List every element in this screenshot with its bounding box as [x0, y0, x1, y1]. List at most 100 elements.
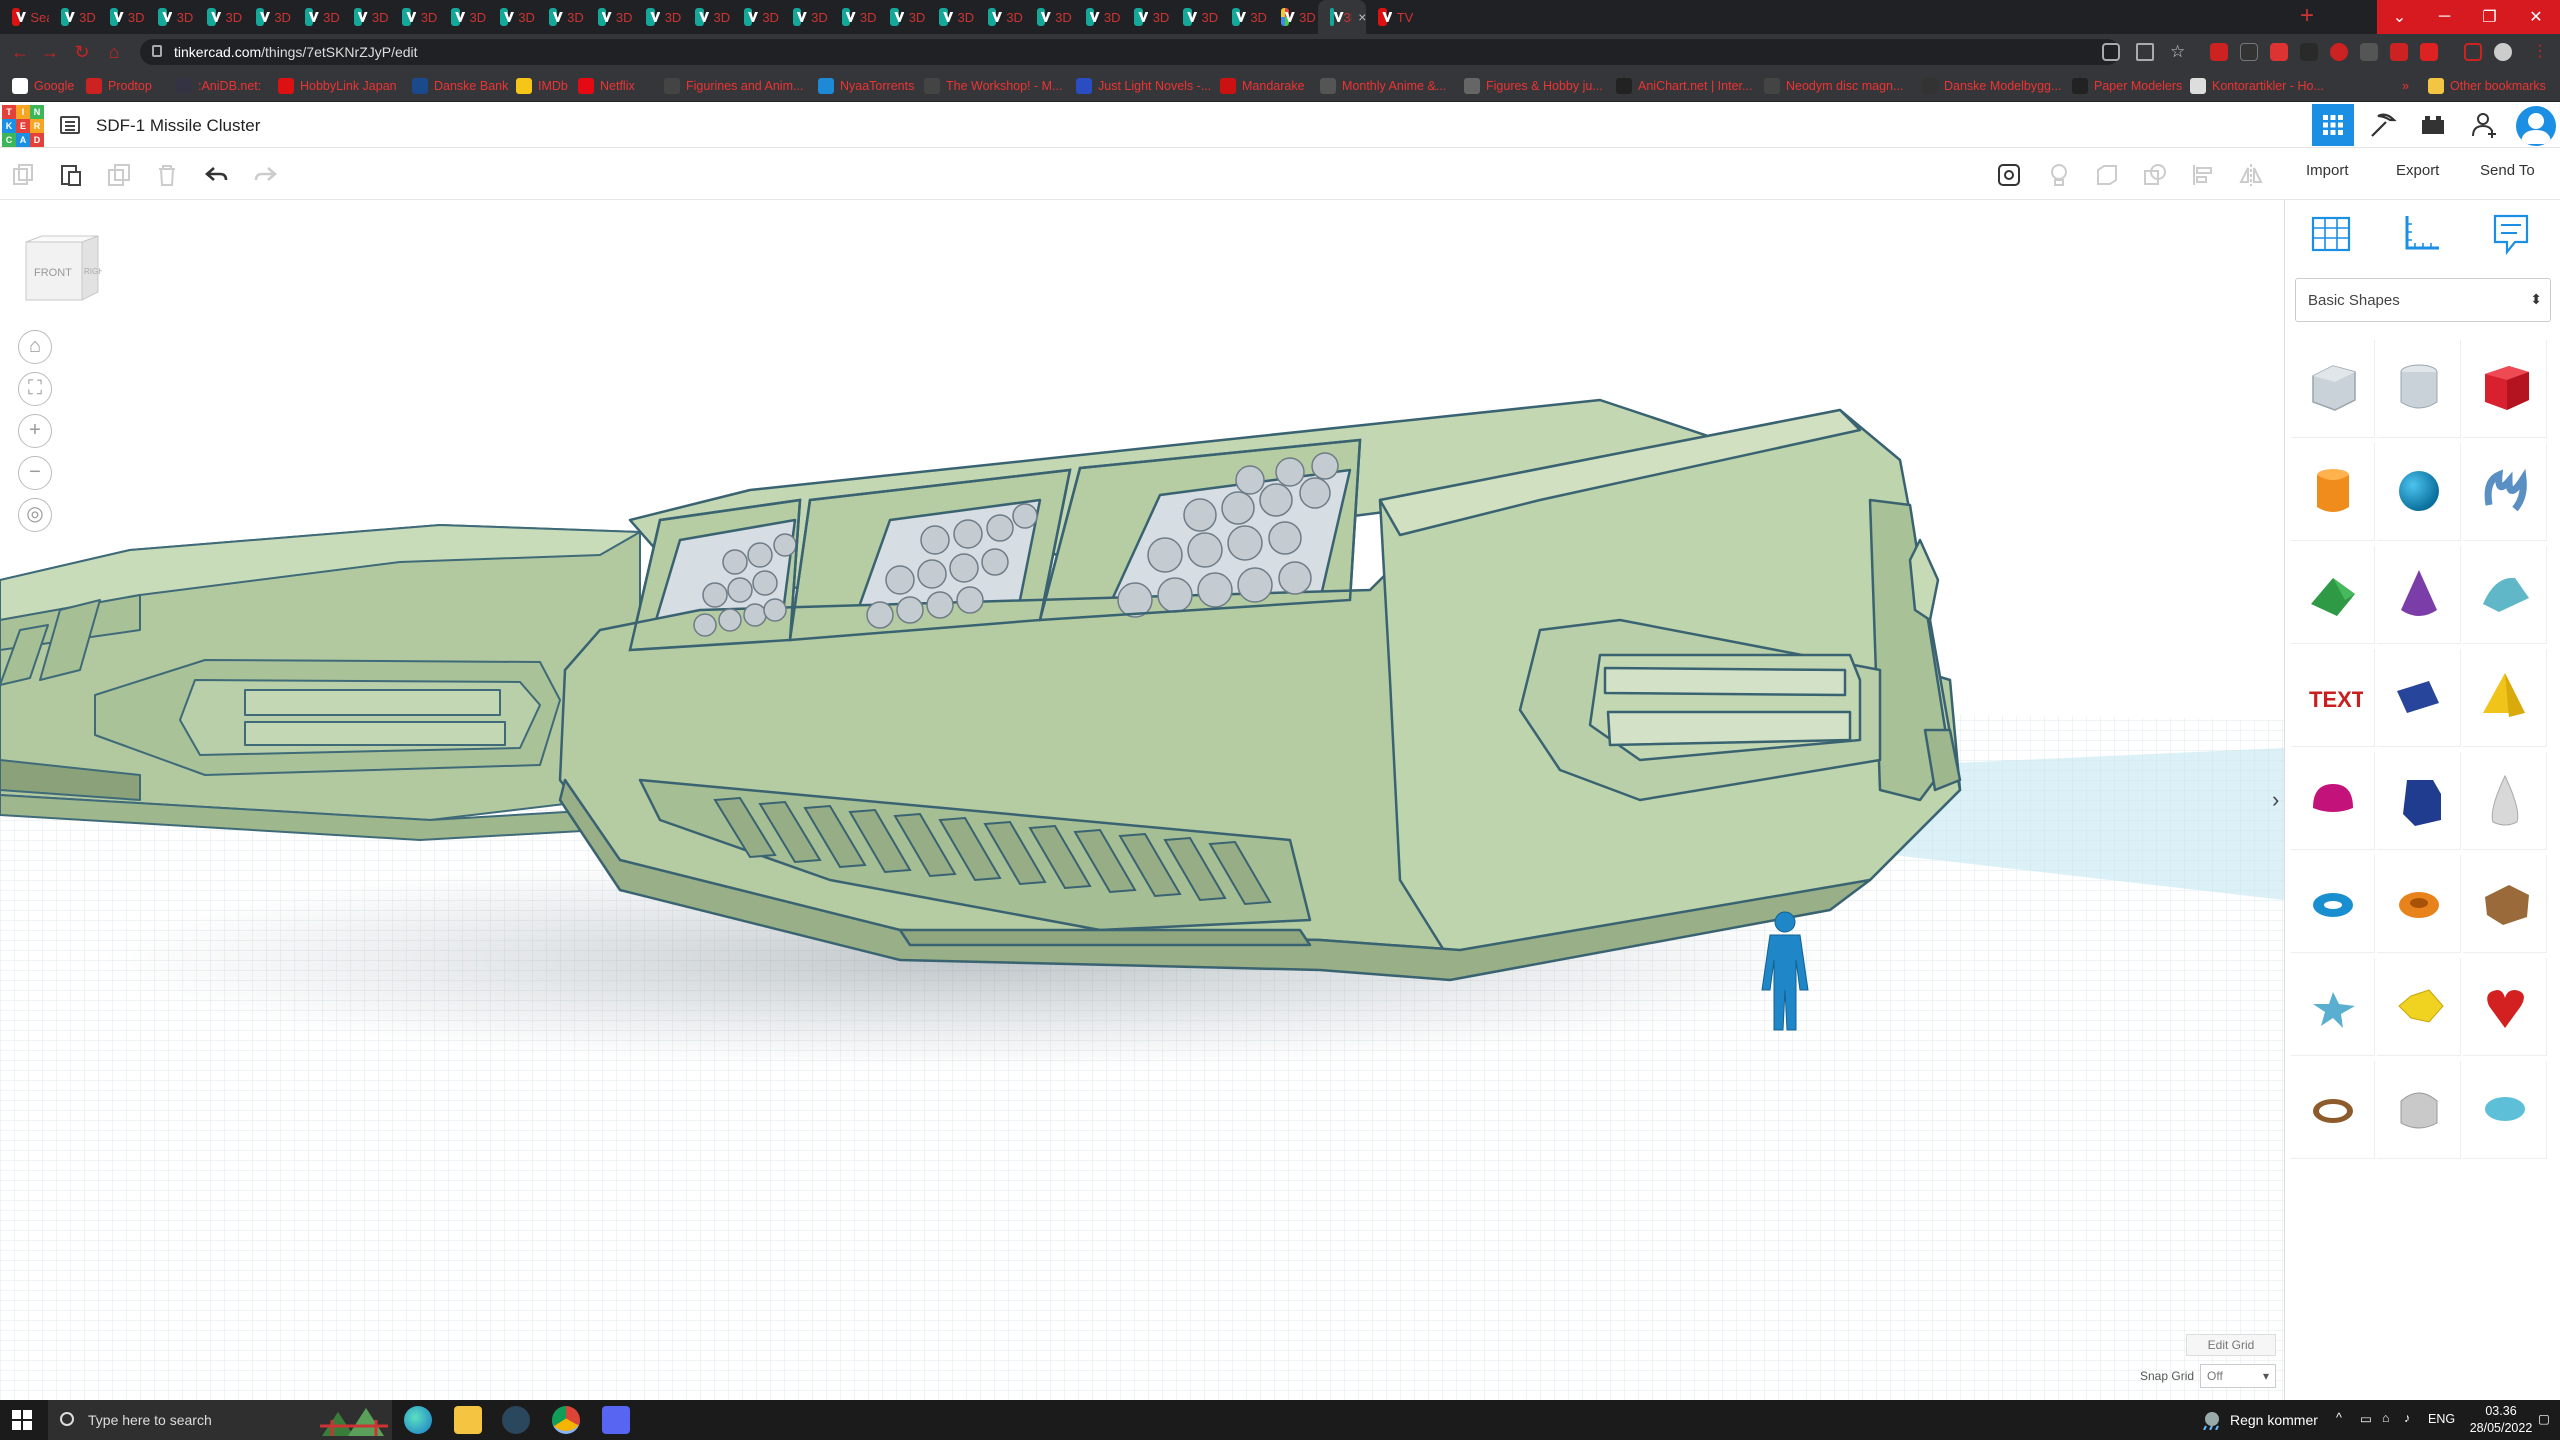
- bookmark-item[interactable]: :AniDB.net:: [176, 76, 261, 96]
- shape-scribble[interactable]: [2463, 443, 2547, 541]
- extension-icon[interactable]: [2360, 43, 2378, 61]
- duplicate-icon[interactable]: [106, 162, 132, 188]
- shape-torus[interactable]: [2291, 855, 2375, 953]
- shape-star[interactable]: [2291, 958, 2375, 1056]
- bookmark-item[interactable]: HobbyLink Japan: [278, 76, 397, 96]
- notifications-icon[interactable]: ▢: [2538, 1411, 2550, 1426]
- chevron-up-icon[interactable]: ^: [2336, 1411, 2342, 1425]
- avatar[interactable]: [2516, 106, 2556, 146]
- notes-icon[interactable]: [1996, 162, 2022, 188]
- bookmark-item[interactable]: The Workshop! - M...: [924, 76, 1062, 96]
- shape-heart[interactable]: [2463, 958, 2547, 1056]
- ruler-tool-icon[interactable]: [2399, 212, 2443, 256]
- clock-date[interactable]: 28/05/2022: [2466, 1421, 2536, 1435]
- browser-tab[interactable]: 3D Prin: [1074, 0, 1122, 34]
- forward-button[interactable]: →: [40, 42, 60, 62]
- 3d-design-view-button[interactable]: [2312, 104, 2354, 146]
- zoom-out-button[interactable]: −: [18, 456, 52, 490]
- design-title[interactable]: SDF-1 Missile Cluster: [96, 116, 260, 136]
- bookmark-item[interactable]: Paper Modelers: [2072, 76, 2182, 96]
- notes-tool-icon[interactable]: [2489, 212, 2533, 256]
- shape-paraboloid[interactable]: [2463, 752, 2547, 850]
- browser-tab[interactable]: 3D Prin: [634, 0, 683, 34]
- browser-tab[interactable]: 3D Prin: [878, 0, 927, 34]
- windows-start-button[interactable]: [12, 1410, 32, 1430]
- fit-view-button[interactable]: ⛶: [18, 372, 52, 406]
- shape-cylinder-hole[interactable]: [2377, 340, 2461, 438]
- shape-icosahedron[interactable]: [2377, 958, 2461, 1056]
- bookmarks-overflow-button[interactable]: »: [2396, 76, 2409, 96]
- shape-wedge[interactable]: [2377, 649, 2461, 747]
- shape-sphere[interactable]: [2377, 443, 2461, 541]
- extension-icon[interactable]: [2270, 43, 2288, 61]
- mirror-icon[interactable]: [2238, 162, 2264, 188]
- browser-tab[interactable]: 3D Prin: [244, 0, 293, 34]
- design-menu-icon[interactable]: [60, 116, 80, 134]
- other-bookmarks-folder[interactable]: Other bookmarks: [2428, 76, 2546, 96]
- paste-icon[interactable]: [58, 162, 84, 188]
- shape-pyramid[interactable]: [2463, 649, 2547, 747]
- browser-tab[interactable]: 3D Prin: [537, 0, 586, 34]
- brick-icon[interactable]: [2418, 110, 2448, 140]
- extensions-puzzle-icon[interactable]: [2420, 43, 2438, 61]
- import-button[interactable]: Import: [2306, 162, 2349, 179]
- bookmark-item[interactable]: Netflix: [578, 76, 635, 96]
- bookmark-item[interactable]: Figurines and Anim...: [664, 76, 803, 96]
- close-window-button[interactable]: ✕: [2512, 0, 2560, 34]
- bookmark-item[interactable]: Mandarake: [1220, 76, 1305, 96]
- browser-tab[interactable]: 3D Prin: [976, 0, 1025, 34]
- undo-icon[interactable]: [204, 162, 230, 188]
- workplane-tool-icon[interactable]: [2309, 212, 2353, 256]
- 3d-scene[interactable]: [0, 200, 2284, 1400]
- browser-tab[interactable]: Search: [0, 0, 49, 34]
- send-to-button[interactable]: Send To: [2480, 162, 2535, 179]
- delete-icon[interactable]: [154, 162, 180, 188]
- bookmark-item[interactable]: Figures & Hobby ju...: [1464, 76, 1603, 96]
- minimize-button[interactable]: ─: [2422, 0, 2467, 34]
- bookmark-item[interactable]: Monthly Anime &...: [1320, 76, 1446, 96]
- bookmark-item[interactable]: NyaaTorrents: [818, 76, 914, 96]
- tab-search-button[interactable]: ⌄: [2377, 0, 2422, 34]
- extension-icon[interactable]: [2300, 43, 2318, 61]
- group-icon[interactable]: [2094, 162, 2120, 188]
- install-icon[interactable]: [2102, 43, 2120, 61]
- browser-tab[interactable]: 3D Prin: [439, 0, 488, 34]
- volume-icon[interactable]: ♪: [2404, 1411, 2410, 1425]
- steam-icon[interactable]: [502, 1406, 530, 1434]
- file-explorer-icon[interactable]: [454, 1406, 482, 1434]
- shape-half-sphere[interactable]: [2291, 752, 2375, 850]
- browser-tab[interactable]: 3D Prin: [146, 0, 195, 34]
- browser-tab[interactable]: TV SER: [1366, 0, 1415, 34]
- profile-icon[interactable]: [2494, 43, 2512, 61]
- browser-tab[interactable]: 3D Prin: [293, 0, 342, 34]
- home-button[interactable]: ⌂: [104, 42, 124, 62]
- address-bar[interactable]: tinkercad.com/things/7etSKNrZJyP/edit: [140, 39, 2120, 65]
- menu-dots-icon[interactable]: ⋮: [2532, 43, 2550, 61]
- lightbulb-icon[interactable]: [2046, 162, 2072, 188]
- bookmark-item[interactable]: Danske Modelbygg...: [1922, 76, 2061, 96]
- shape-tube[interactable]: [2377, 855, 2461, 953]
- tinkercad-logo[interactable]: T I N K E R C A D: [2, 105, 44, 147]
- chrome-icon[interactable]: [552, 1406, 580, 1434]
- browser-tab[interactable]: 3D Prin: [1171, 0, 1220, 34]
- close-tab-icon[interactable]: ×: [1358, 9, 1366, 25]
- redo-icon[interactable]: [252, 162, 278, 188]
- bookmark-item[interactable]: Prodtop: [86, 76, 152, 96]
- bookmark-item[interactable]: IMDb: [516, 76, 568, 96]
- weather-text[interactable]: Regn kommer: [2230, 1412, 2318, 1428]
- browser-tab[interactable]: 3D Prin: [781, 0, 830, 34]
- workplane-viewport[interactable]: FRONT RIGHT ⌂ ⛶ + − ◎ › Edit Grid Snap G…: [0, 200, 2284, 1400]
- shape-box[interactable]: [2463, 340, 2547, 438]
- extension-icon[interactable]: [2210, 43, 2228, 61]
- shape-shape-generator[interactable]: [2463, 855, 2547, 953]
- browser-tab[interactable]: 3D Prin: [830, 0, 878, 34]
- browser-tab[interactable]: 3D de: [1269, 0, 1318, 34]
- bookmark-item[interactable]: Neodym disc magn...: [1764, 76, 1903, 96]
- browser-tab[interactable]: 3D Prin: [488, 0, 537, 34]
- shape-ring[interactable]: [2291, 1061, 2375, 1159]
- browser-tab[interactable]: 3D Prin: [98, 0, 146, 34]
- bookmark-item[interactable]: Google: [12, 76, 74, 96]
- zoom-in-button[interactable]: +: [18, 414, 52, 448]
- shape-round-roof[interactable]: [2463, 546, 2547, 644]
- blocks-pickaxe-icon[interactable]: [2368, 110, 2398, 140]
